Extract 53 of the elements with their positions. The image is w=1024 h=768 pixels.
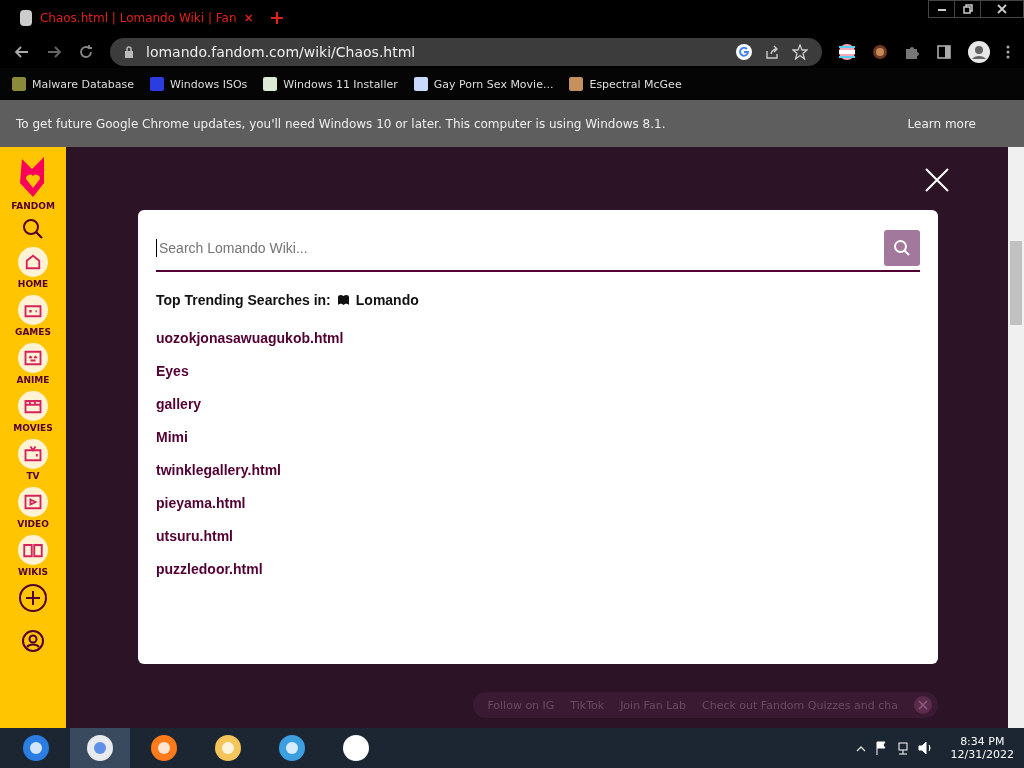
extension-avatar-icon[interactable] [872, 44, 888, 60]
community-name: Lomando [355, 292, 419, 308]
app-icon [85, 733, 115, 763]
browser-tab[interactable]: Chaos.html | Lomando Wiki | Fan [20, 10, 252, 26]
address-bar[interactable]: lomando.fandom.com/wiki/Chaos.html [110, 38, 822, 66]
app-icon [341, 733, 371, 763]
user-icon[interactable] [21, 629, 45, 653]
app-icon [277, 733, 307, 763]
plus-circle-icon[interactable] [18, 583, 48, 613]
favicon-icon [20, 10, 32, 26]
trending-result-link[interactable]: utsuru.html [156, 528, 233, 545]
puzzle-icon[interactable] [904, 44, 920, 60]
scrollbar[interactable] [1008, 147, 1024, 728]
trending-result-link[interactable]: uozokjonasawuagukob.html [156, 330, 344, 347]
menu-icon[interactable] [1006, 45, 1010, 59]
book-icon [336, 294, 350, 306]
update-message: To get future Google Chrome updates, you'll need Windows 10 or later. This computer is using Windows 8.1. [16, 116, 666, 131]
google-icon[interactable] [736, 44, 752, 60]
bookmark[interactable]: Gay Porn Sex Movie... [413, 77, 554, 91]
bookmark[interactable]: Windows ISOs [150, 77, 248, 91]
lock-icon [124, 46, 134, 58]
trending-heading: Top Trending Searches in: [156, 292, 331, 308]
side-panel-icon[interactable] [936, 44, 952, 60]
new-tab-icon[interactable] [270, 11, 284, 25]
bookmark[interactable]: Malware Database [12, 77, 135, 91]
search-icon[interactable] [21, 217, 45, 241]
app-icon [213, 733, 243, 763]
trending-result-link[interactable]: Mimi [156, 429, 188, 446]
brand-name: FANDOM [11, 201, 55, 211]
trending-result-link[interactable]: Eyes [156, 363, 189, 380]
forward-icon[interactable] [46, 44, 62, 60]
search-icon [893, 239, 911, 257]
trending-result-link[interactable]: puzzledoor.html [156, 561, 263, 578]
clock-time[interactable]: 8:34 PM [960, 735, 1005, 748]
app-icon [21, 733, 51, 763]
star-icon[interactable] [792, 44, 808, 60]
share-icon[interactable] [764, 44, 780, 60]
trending-result-link[interactable]: pieyama.html [156, 495, 246, 512]
taskbar-app-button[interactable] [70, 728, 130, 768]
reload-icon[interactable] [78, 44, 94, 60]
trending-result-link[interactable]: twinklegallery.html [156, 462, 281, 479]
restore-icon [962, 4, 973, 14]
clock-date[interactable]: 12/31/2022 [950, 748, 1014, 761]
bookmark[interactable]: Espectral McGee [569, 77, 682, 91]
learn-more-link[interactable]: Learn more [907, 116, 976, 131]
close-icon [997, 4, 1007, 14]
search-button[interactable] [884, 230, 920, 266]
trending-result-link[interactable]: gallery [156, 396, 202, 413]
back-icon[interactable] [14, 44, 30, 60]
bookmark[interactable]: Windows 11 Installer [263, 77, 398, 91]
flag-extension-icon[interactable] [838, 43, 856, 61]
app-icon [149, 733, 179, 763]
profile-icon[interactable] [968, 41, 990, 63]
